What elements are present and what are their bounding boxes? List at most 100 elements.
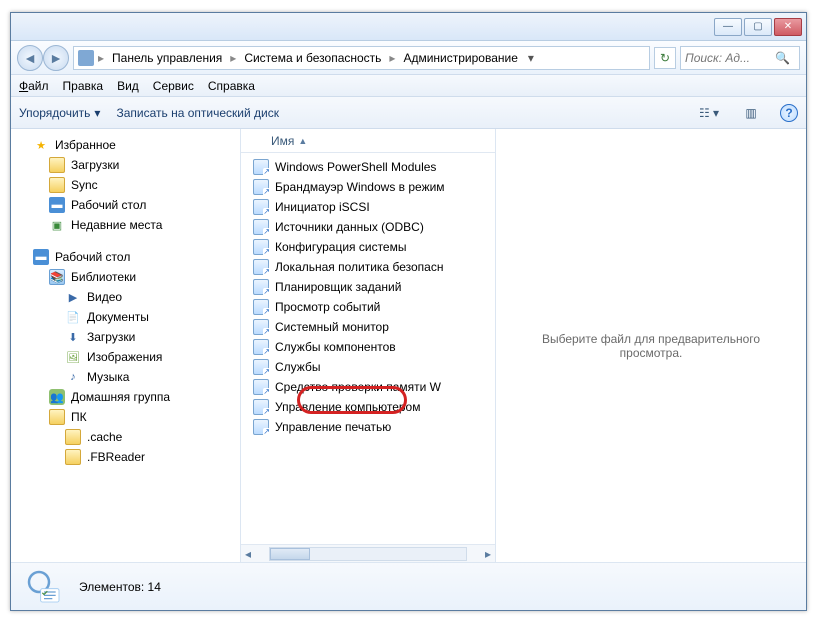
location-icon bbox=[78, 50, 94, 66]
sidebar-pictures[interactable]: 🖼Изображения bbox=[11, 347, 240, 367]
sidebar-desktop-root[interactable]: ▬Рабочий стол bbox=[11, 247, 240, 267]
shortcut-icon bbox=[253, 299, 269, 315]
shortcut-icon bbox=[253, 179, 269, 195]
files-container[interactable]: Windows PowerShell ModulesБрандмауэр Win… bbox=[241, 153, 495, 544]
view-mode-button[interactable]: ☷ ▾ bbox=[696, 102, 722, 124]
shortcut-icon bbox=[253, 159, 269, 175]
menu-bar: Файл Правка Вид Сервис Справка bbox=[11, 75, 806, 97]
shortcut-icon bbox=[253, 239, 269, 255]
chevron-right-icon[interactable]: ▸ bbox=[96, 51, 106, 65]
file-name: Источники данных (ODBC) bbox=[275, 220, 424, 234]
breadcrumb[interactable]: ▸ Панель управления ▸ Система и безопасн… bbox=[73, 46, 650, 70]
menu-view[interactable]: Вид bbox=[117, 79, 139, 93]
file-item[interactable]: Инициатор iSCSI bbox=[241, 197, 495, 217]
maximize-button[interactable]: ▢ bbox=[744, 18, 772, 36]
sidebar-pc[interactable]: ПК bbox=[11, 407, 240, 427]
breadcrumb-item-control-panel[interactable]: Панель управления bbox=[108, 49, 226, 67]
forward-button[interactable]: ► bbox=[43, 45, 69, 71]
desktop-icon: ▬ bbox=[33, 249, 49, 265]
sidebar-cache[interactable]: .cache bbox=[11, 427, 240, 447]
menu-file[interactable]: Файл bbox=[19, 79, 49, 93]
help-icon[interactable]: ? bbox=[780, 104, 798, 122]
search-icon[interactable]: 🔍 bbox=[775, 51, 790, 65]
horizontal-scrollbar[interactable]: ◂ ▸ bbox=[241, 544, 495, 562]
sidebar-downloads-lib[interactable]: ⬇Загрузки bbox=[11, 327, 240, 347]
back-button[interactable]: ◄ bbox=[17, 45, 43, 71]
file-item[interactable]: Брандмауэр Windows в режим bbox=[241, 177, 495, 197]
sidebar-recent[interactable]: ▣Недавние места bbox=[11, 215, 240, 235]
sidebar-desktop[interactable]: ▬Рабочий стол bbox=[11, 195, 240, 215]
pictures-icon: 🖼 bbox=[65, 349, 81, 365]
video-icon: ▶ bbox=[65, 289, 81, 305]
scroll-left-icon[interactable]: ◂ bbox=[241, 547, 255, 561]
file-list: Имя▲ Windows PowerShell ModulesБрандмауэ… bbox=[241, 129, 496, 562]
sidebar-downloads[interactable]: Загрузки bbox=[11, 155, 240, 175]
file-item[interactable]: Управление компьютером bbox=[241, 397, 495, 417]
folder-icon bbox=[49, 157, 65, 173]
star-icon: ★ bbox=[33, 137, 49, 153]
search-input[interactable] bbox=[685, 51, 775, 65]
shortcut-icon bbox=[253, 259, 269, 275]
breadcrumb-item-administration[interactable]: Администрирование bbox=[399, 49, 521, 67]
scroll-right-icon[interactable]: ▸ bbox=[481, 547, 495, 561]
sidebar-documents[interactable]: 📄Документы bbox=[11, 307, 240, 327]
file-item[interactable]: Службы bbox=[241, 357, 495, 377]
breadcrumb-dropdown[interactable]: ▾ bbox=[524, 51, 538, 65]
sidebar-sync[interactable]: Sync bbox=[11, 175, 240, 195]
status-item-count: Элементов: 14 bbox=[79, 580, 161, 594]
shortcut-icon bbox=[253, 199, 269, 215]
chevron-right-icon[interactable]: ▸ bbox=[387, 51, 397, 65]
organize-button[interactable]: Упорядочить ▾ bbox=[19, 106, 100, 120]
file-item[interactable]: Просмотр событий bbox=[241, 297, 495, 317]
menu-tools[interactable]: Сервис bbox=[153, 79, 194, 93]
shortcut-icon bbox=[253, 219, 269, 235]
chevron-right-icon[interactable]: ▸ bbox=[228, 51, 238, 65]
sidebar-music[interactable]: ♪Музыка bbox=[11, 367, 240, 387]
close-button[interactable]: ✕ bbox=[774, 18, 802, 36]
file-item[interactable]: Windows PowerShell Modules bbox=[241, 157, 495, 177]
file-name: Локальная политика безопасн bbox=[275, 260, 443, 274]
shortcut-icon bbox=[253, 359, 269, 375]
libraries-icon: 📚 bbox=[49, 269, 65, 285]
sidebar-video[interactable]: ▶Видео bbox=[11, 287, 240, 307]
burn-disc-button[interactable]: Записать на оптический диск bbox=[116, 106, 279, 120]
sort-ascending-icon: ▲ bbox=[298, 136, 307, 146]
navigation-pane[interactable]: ★Избранное Загрузки Sync ▬Рабочий стол ▣… bbox=[11, 129, 241, 562]
sidebar-fbreader[interactable]: .FBReader bbox=[11, 447, 240, 467]
file-item[interactable]: Средство проверки памяти W bbox=[241, 377, 495, 397]
file-name: Конфигурация системы bbox=[275, 240, 406, 254]
file-name: Системный монитор bbox=[275, 320, 389, 334]
download-icon: ⬇ bbox=[65, 329, 81, 345]
menu-edit[interactable]: Правка bbox=[63, 79, 104, 93]
sidebar-libraries[interactable]: 📚Библиотеки bbox=[11, 267, 240, 287]
file-name: Инициатор iSCSI bbox=[275, 200, 370, 214]
folder-large-icon bbox=[23, 566, 65, 608]
file-item[interactable]: Конфигурация системы bbox=[241, 237, 495, 257]
shortcut-icon bbox=[253, 319, 269, 335]
sidebar-favorites[interactable]: ★Избранное bbox=[11, 135, 240, 155]
folder-icon bbox=[65, 429, 81, 445]
preview-empty-text: Выберите файл для предварительного просм… bbox=[516, 332, 786, 360]
navigation-bar: ◄ ► ▸ Панель управления ▸ Система и безо… bbox=[11, 41, 806, 75]
column-header-name[interactable]: Имя▲ bbox=[241, 129, 495, 153]
file-item[interactable]: Службы компонентов bbox=[241, 337, 495, 357]
shortcut-icon bbox=[253, 339, 269, 355]
titlebar: — ▢ ✕ bbox=[11, 13, 806, 41]
status-bar: Элементов: 14 bbox=[11, 562, 806, 610]
preview-pane-button[interactable]: ▥ bbox=[738, 102, 764, 124]
file-item[interactable]: Источники данных (ODBC) bbox=[241, 217, 495, 237]
file-item[interactable]: Локальная политика безопасн bbox=[241, 257, 495, 277]
minimize-button[interactable]: — bbox=[714, 18, 742, 36]
menu-help[interactable]: Справка bbox=[208, 79, 255, 93]
file-item[interactable]: Планировщик заданий bbox=[241, 277, 495, 297]
file-item[interactable]: Управление печатью bbox=[241, 417, 495, 437]
breadcrumb-item-system-security[interactable]: Система и безопасность bbox=[240, 49, 385, 67]
shortcut-icon bbox=[253, 419, 269, 435]
search-box[interactable]: 🔍 bbox=[680, 46, 800, 70]
folder-icon bbox=[65, 449, 81, 465]
file-name: Планировщик заданий bbox=[275, 280, 401, 294]
refresh-button[interactable]: ↻ bbox=[654, 47, 676, 69]
scrollbar-thumb[interactable] bbox=[270, 548, 310, 560]
file-item[interactable]: Системный монитор bbox=[241, 317, 495, 337]
sidebar-homegroup[interactable]: 👥Домашняя группа bbox=[11, 387, 240, 407]
